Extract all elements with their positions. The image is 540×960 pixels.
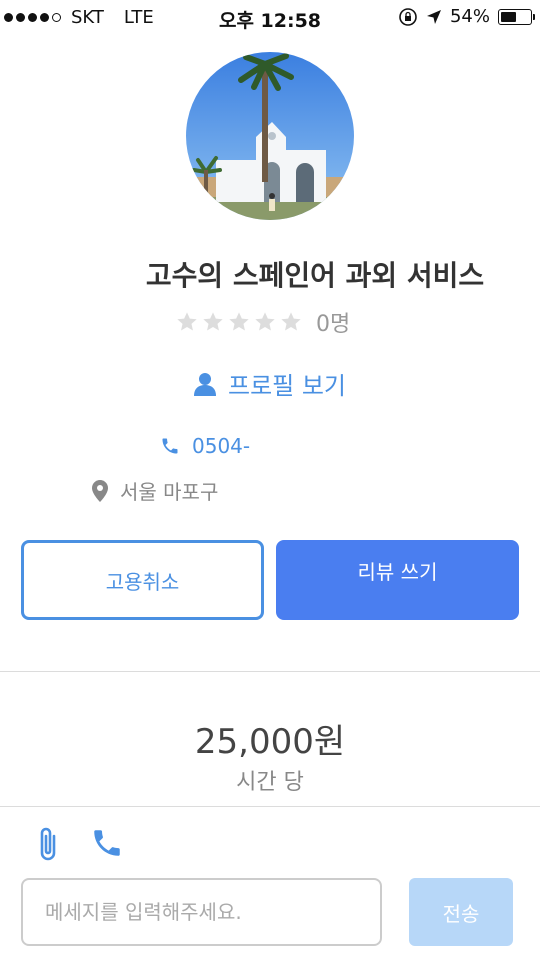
call-icon[interactable] (90, 826, 124, 860)
location-text: 서울 마포구 (120, 480, 219, 504)
view-profile-link[interactable]: 프로필 보기 (0, 366, 540, 401)
paperclip-icon[interactable] (34, 824, 64, 864)
phone-icon (162, 438, 178, 454)
star-icon (177, 312, 197, 331)
battery-percent: 54% (449, 6, 490, 27)
avatar-photo (186, 52, 354, 220)
price: 25,000원 (194, 722, 346, 762)
location: 서울 마포구 (92, 476, 218, 505)
status-bar: SKT LTE 오후 12:58 54% (0, 0, 540, 36)
battery-icon (498, 8, 535, 25)
price-unit: 시간 당 (236, 770, 304, 795)
star-icon (203, 312, 223, 331)
message-input[interactable] (21, 878, 382, 946)
view-profile-label: 프로필 보기 (227, 372, 347, 400)
cancel-hire-button[interactable]: 고용취소 (21, 540, 264, 620)
rating-stars (176, 311, 302, 333)
battery-level (501, 11, 516, 22)
avatar (186, 52, 354, 220)
location-arrow-icon (426, 9, 441, 24)
divider (0, 671, 540, 672)
star-icon (281, 312, 301, 331)
phone-link[interactable]: 0504- (160, 434, 250, 458)
write-review-button[interactable]: 리뷰 쓰기 (276, 540, 519, 620)
star-icon (229, 312, 249, 331)
map-pin-icon (92, 479, 108, 502)
send-button[interactable]: 전송 (409, 878, 513, 946)
review-count: 0명 (316, 312, 351, 337)
status-icons: 54% (398, 6, 535, 27)
user-icon (193, 372, 216, 396)
phone-number: 0504- (192, 434, 251, 458)
divider (0, 806, 540, 807)
rating: 0명 (176, 306, 350, 338)
rotation-lock-icon (399, 7, 417, 26)
star-icon (255, 312, 275, 331)
service-title: 고수의 스페인어 과외 서비스 (145, 259, 485, 292)
